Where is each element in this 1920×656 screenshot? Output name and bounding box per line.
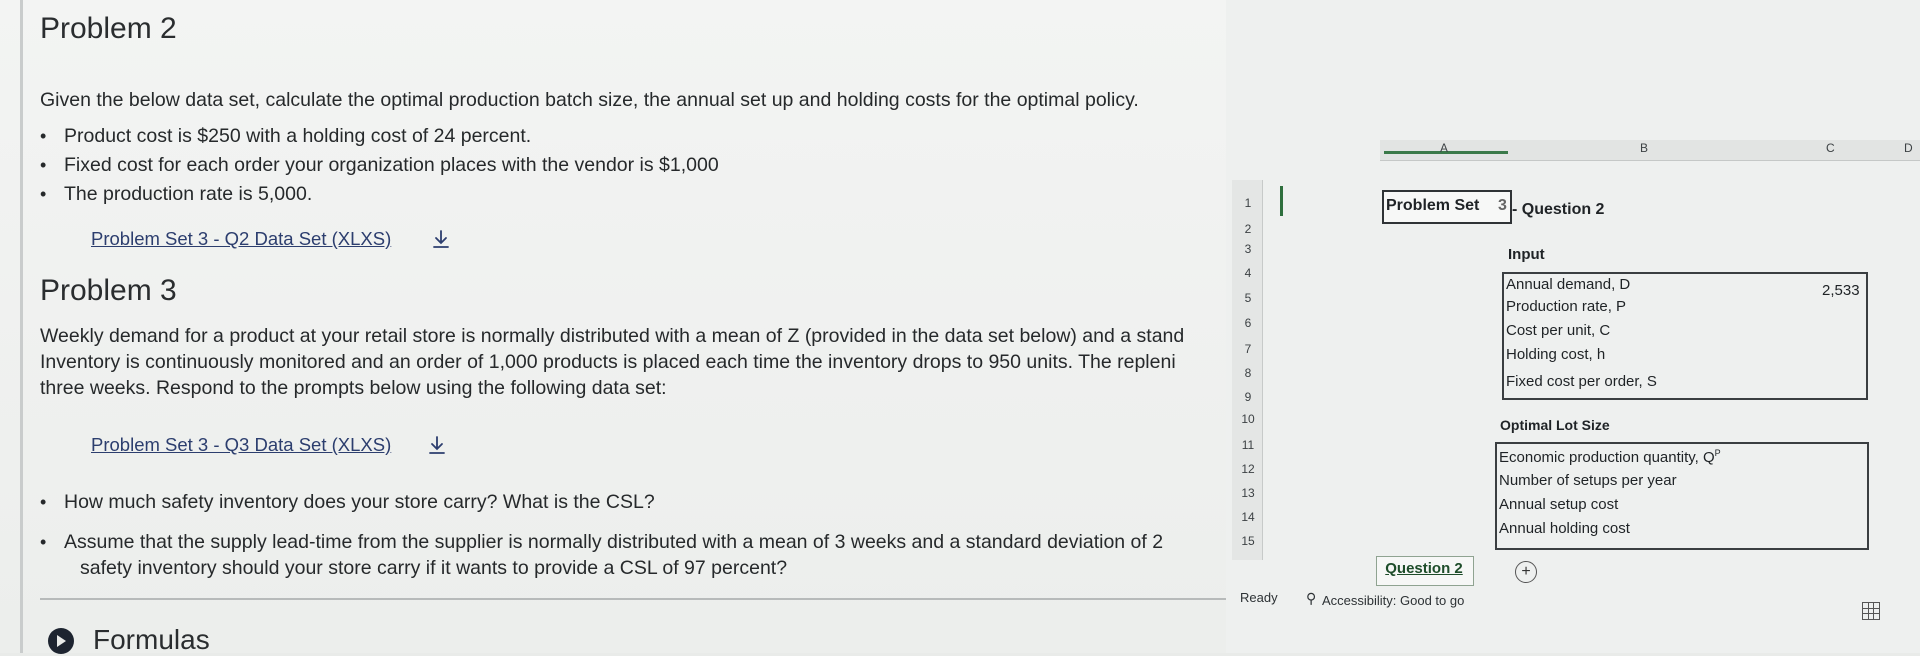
input-value-annual-demand[interactable]: 2,533 xyxy=(1822,282,1860,299)
row-header-8[interactable]: 8 xyxy=(1238,366,1258,380)
q3-dataset-download-link[interactable]: Problem Set 3 - Q3 Data Set (XLXS) xyxy=(91,434,391,456)
normal-view-icon[interactable] xyxy=(1862,602,1880,620)
row-header-3[interactable]: 3 xyxy=(1238,242,1258,256)
output-label-annual-setup-cost[interactable]: Annual setup cost xyxy=(1499,496,1618,513)
problem-2-heading: Problem 2 xyxy=(40,12,177,45)
row-header-2[interactable]: 2 xyxy=(1238,222,1258,236)
problem-3-para-line-2: Inventory is continuously monitored and … xyxy=(40,351,1176,373)
input-section-label: Input xyxy=(1508,246,1545,263)
problem-3-para-line-3: three weeks. Respond to the prompts belo… xyxy=(40,377,667,399)
output-label-annual-holding-cost[interactable]: Annual holding cost xyxy=(1499,520,1630,537)
q2-dataset-download-link[interactable]: Problem Set 3 - Q2 Data Set (XLXS) xyxy=(91,228,391,250)
problem-2-bullet-3: The production rate is 5,000. xyxy=(40,182,312,206)
status-ready: Ready xyxy=(1240,590,1278,605)
row-header-1[interactable]: 1 xyxy=(1238,196,1258,210)
row-header-5[interactable]: 5 xyxy=(1238,291,1258,305)
input-label-cost-per-unit[interactable]: Cost per unit, C xyxy=(1506,322,1610,339)
page-left-border xyxy=(20,0,23,653)
expand-arrow-icon[interactable] xyxy=(48,628,74,654)
download-icon[interactable] xyxy=(426,434,448,456)
row-header-15[interactable]: 15 xyxy=(1238,534,1258,548)
section-divider xyxy=(40,598,1240,600)
row-header-6[interactable]: 6 xyxy=(1238,316,1258,330)
input-label-annual-demand[interactable]: Annual demand, D xyxy=(1506,276,1630,293)
row-header-9[interactable]: 9 xyxy=(1238,390,1258,404)
row-1-selection-indicator xyxy=(1280,186,1283,216)
status-accessibility[interactable]: Accessibility: Good to go xyxy=(1322,593,1464,608)
input-label-holding-cost[interactable]: Holding cost, h xyxy=(1506,346,1605,363)
problem-3-bullet-2: Assume that the supply lead-time from th… xyxy=(40,530,1163,554)
input-label-production-rate[interactable]: Production rate, P xyxy=(1506,298,1626,315)
input-label-fixed-cost[interactable]: Fixed cost per order, S xyxy=(1506,373,1657,390)
column-header-d[interactable]: D xyxy=(1904,141,1913,155)
accessibility-icon[interactable]: ⚲ xyxy=(1306,590,1316,607)
row-header-4[interactable]: 4 xyxy=(1238,266,1258,280)
sheet-title-part-1: Problem Set xyxy=(1386,197,1480,214)
output-label-epq[interactable]: Economic production quantity, QP xyxy=(1499,448,1721,466)
row-header-11[interactable]: 11 xyxy=(1238,438,1258,452)
problem-2-bullet-2: Fixed cost for each order your organizat… xyxy=(40,153,719,177)
row-header-7[interactable]: 7 xyxy=(1238,342,1258,356)
sheet-title-part-2: - Question 2 xyxy=(1512,201,1605,218)
row-header-12[interactable]: 12 xyxy=(1238,462,1258,476)
download-icon[interactable] xyxy=(430,228,452,250)
epq-superscript: P xyxy=(1714,448,1721,458)
row-header-13[interactable]: 13 xyxy=(1238,486,1258,500)
sheet-title-number: 3 xyxy=(1498,197,1507,214)
add-sheet-icon[interactable]: + xyxy=(1515,561,1537,583)
problem-3-para-line-1: Weekly demand for a product at your reta… xyxy=(40,325,1185,347)
problem-3-bullet-2-continued: safety inventory should your store carry… xyxy=(80,557,788,579)
output-section-label: Optimal Lot Size xyxy=(1500,417,1610,433)
problem-3-bullet-1: How much safety inventory does your stor… xyxy=(40,490,655,514)
sheet-tab-label[interactable]: Question 2 xyxy=(1374,560,1474,577)
problem-2-intro: Given the below data set, calculate the … xyxy=(40,89,1139,111)
problem-2-bullet-1: Product cost is $250 with a holding cost… xyxy=(40,124,531,148)
output-label-setups-per-year[interactable]: Number of setups per year xyxy=(1499,472,1677,489)
column-header-b[interactable]: B xyxy=(1640,141,1648,155)
column-header-c[interactable]: C xyxy=(1826,141,1835,155)
row-header-10[interactable]: 10 xyxy=(1238,412,1258,426)
column-header-a[interactable]: A xyxy=(1440,141,1448,155)
formulas-section-toggle[interactable]: Formulas xyxy=(93,624,210,656)
problem-3-heading: Problem 3 xyxy=(40,274,177,307)
row-header-14[interactable]: 14 xyxy=(1238,510,1258,524)
